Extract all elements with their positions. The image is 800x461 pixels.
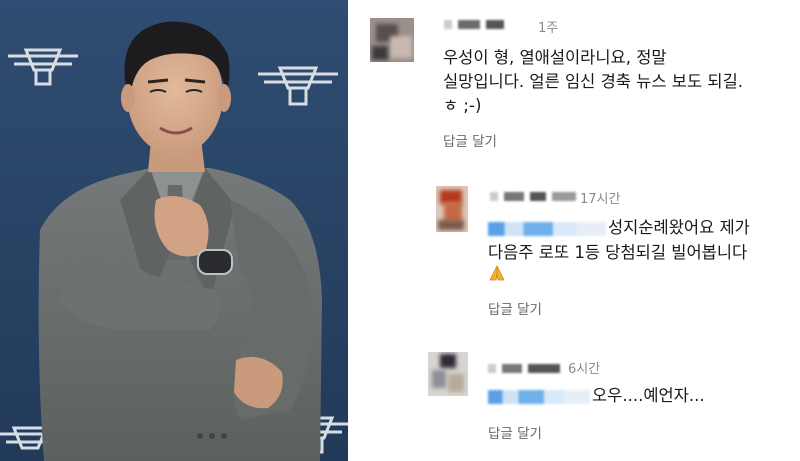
comment-text-line: 실망입니다. 얼른 임신 경축 뉴스 보도 되길. (443, 72, 744, 91)
comment-emoji-line (488, 264, 506, 289)
comment-text-line: 다음주 로또 1등 당첨되길 빌어봅니다 (488, 243, 748, 262)
comment-text-line: ㅎ ;-) (443, 96, 482, 115)
comment-timestamp: 17시간 (580, 192, 621, 207)
watch (197, 249, 233, 275)
comment: 1주 우성이 형, 열애설이라니요, 정말 실망입니다. 얼른 임신 경축 뉴스… (348, 0, 800, 160)
comment-text-line: 우성이 형, 열애설이라니요, 정말 (443, 48, 667, 67)
comment-timestamp: 6시간 (568, 362, 601, 377)
reply-button[interactable]: 답글 달기 (488, 298, 542, 318)
avatar[interactable] (436, 186, 468, 232)
mention-blurred[interactable] (488, 221, 606, 236)
comment-thread: 1주 우성이 형, 열애설이라니요, 정말 실망입니다. 얼른 임신 경축 뉴스… (348, 0, 800, 461)
reply-button[interactable]: 답글 달기 (488, 422, 542, 442)
reply-button[interactable]: 답글 달기 (443, 130, 497, 150)
avatar[interactable] (370, 18, 414, 62)
press-photo (0, 0, 348, 461)
avatar[interactable] (428, 352, 468, 396)
username-blurred[interactable] (490, 192, 576, 201)
reply-comment: 17시간 성지순례왔어요 제가 다음주 로또 1등 당첨되길 빌어봅니다 답글 … (348, 170, 800, 330)
comment-text-line: 성지순례왔어요 제가 (488, 216, 750, 240)
username-blurred[interactable] (444, 20, 504, 29)
comment-text-line: 오우....예언자... (488, 384, 705, 408)
pray-hands-icon (489, 265, 505, 281)
comment-timestamp: 1주 (538, 21, 559, 36)
mention-blurred[interactable] (488, 389, 590, 404)
username-blurred[interactable] (488, 364, 560, 373)
reply-comment: 6시간 오우....예언자... 답글 달기 (348, 340, 800, 461)
man-in-grey-suit-photo (0, 21, 348, 461)
